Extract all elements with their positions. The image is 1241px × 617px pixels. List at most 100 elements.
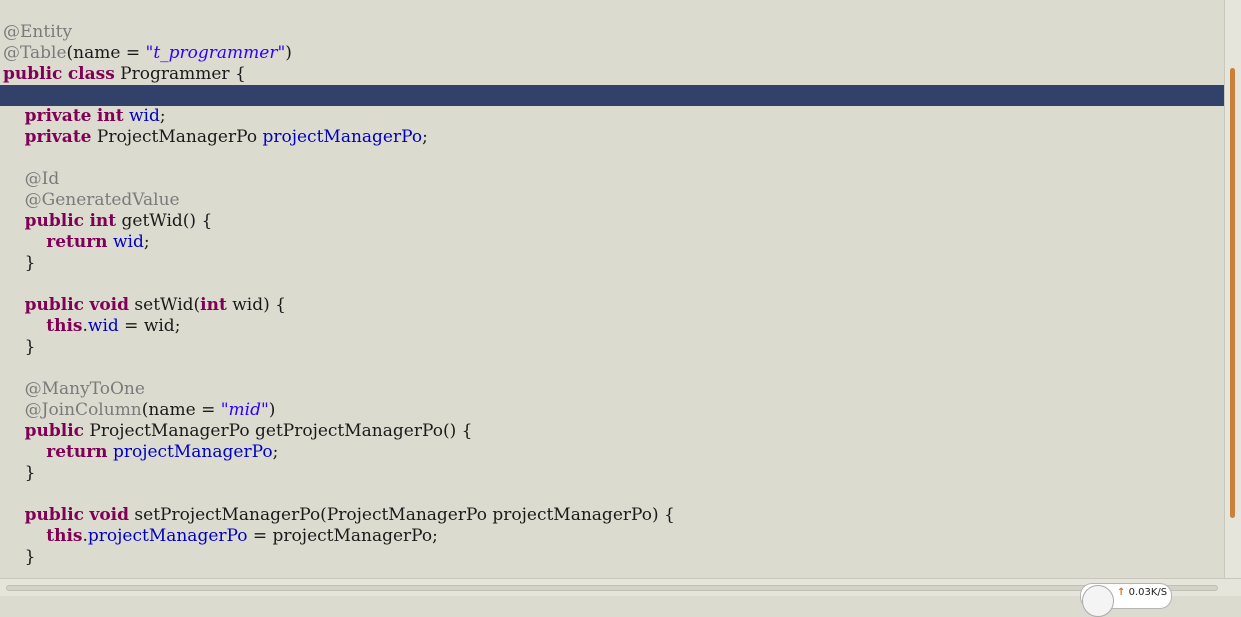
code-line[interactable]: public ProjectManagerPo getProjectManage… — [3, 421, 1224, 442]
code-token: ; — [159, 106, 166, 126]
code-token: @Table — [3, 43, 67, 63]
code-line[interactable]: this.wid = wid; — [3, 316, 1224, 337]
code-token: } — [3, 547, 36, 567]
code-token: @JoinColumn — [24, 400, 142, 420]
code-token: private — [24, 127, 92, 147]
code-line[interactable]: } — [3, 337, 1224, 358]
code-line[interactable]: } — [3, 253, 1224, 274]
code-token: class — [67, 64, 115, 84]
vertical-scrollbar[interactable] — [1224, 0, 1241, 578]
code-line[interactable]: @GeneratedValue — [3, 190, 1224, 211]
code-line[interactable]: } — [3, 547, 1224, 568]
current-line[interactable] — [0, 85, 1224, 106]
code-token: getWid() { — [116, 211, 213, 231]
code-token: @ManyToOne — [24, 379, 145, 399]
code-line[interactable]: private int wid; — [3, 106, 1224, 127]
code-token: return — [46, 232, 108, 252]
code-token: ) — [268, 400, 276, 420]
code-token: int — [96, 106, 124, 126]
code-line[interactable] — [3, 358, 1224, 379]
code-token: = projectManagerPo; — [247, 526, 438, 546]
code-token: public — [24, 505, 85, 525]
code-lines: @Entity @Table(name = "t_programmer") publ… — [0, 22, 1224, 568]
arrow-up-icon: ↑ — [1117, 587, 1126, 598]
code-line[interactable]: } — [3, 463, 1224, 484]
code-token: ProjectManagerPo — [91, 127, 263, 147]
code-token: wid — [112, 232, 144, 252]
code-line[interactable]: this.projectManagerPo = projectManagerPo… — [3, 526, 1224, 547]
code-token: int — [200, 295, 227, 315]
code-token: void — [89, 505, 129, 525]
code-token: projectManagerPo — [112, 442, 273, 462]
code-token: ; — [272, 442, 279, 462]
network-speed-dial-icon — [1082, 585, 1114, 617]
code-token: projectManagerPo — [262, 127, 423, 147]
code-token: this — [46, 316, 83, 336]
code-token: @Entity — [3, 22, 73, 42]
code-line[interactable]: public class Programmer { — [3, 64, 1224, 85]
code-token: ) — [285, 43, 292, 63]
network-speed-value: 0.03K/S — [1128, 587, 1168, 598]
code-line[interactable]: @JoinColumn(name = "mid") — [3, 400, 1224, 421]
code-token: ; — [143, 232, 150, 252]
code-token: "mid" — [220, 400, 269, 420]
code-line[interactable]: public void setWid(int wid) { — [3, 295, 1224, 316]
code-line[interactable]: @Table(name = "t_programmer") — [3, 43, 1224, 64]
code-editor[interactable]: @Entity @Table(name = "t_programmer") publ… — [0, 0, 1224, 578]
code-token: public — [24, 421, 85, 441]
code-token: = wid; — [118, 316, 181, 336]
code-line[interactable]: private ProjectManagerPo projectManagerP… — [3, 127, 1224, 148]
code-line[interactable]: public void setProjectManagerPo(ProjectM… — [3, 505, 1224, 526]
code-token: @GeneratedValue — [24, 190, 180, 210]
code-line[interactable] — [3, 274, 1224, 295]
code-line[interactable] — [3, 484, 1224, 505]
code-token: (name = — [66, 43, 146, 63]
network-speed-widget[interactable]: ↑ 0.03K/S — [1080, 583, 1172, 617]
code-token: wid — [87, 316, 119, 336]
code-token: ; — [422, 127, 428, 147]
code-line[interactable]: public int getWid() { — [3, 211, 1224, 232]
code-token: } — [3, 337, 36, 357]
code-token: setWid( — [129, 295, 201, 315]
code-token: private — [24, 106, 92, 126]
code-token: wid) { — [226, 295, 286, 315]
horizontal-scrollbar[interactable] — [0, 578, 1241, 596]
code-line[interactable]: return wid; — [3, 232, 1224, 253]
code-token: (name = — [141, 400, 221, 420]
code-token: public — [24, 211, 85, 231]
code-line[interactable]: @ManyToOne — [3, 379, 1224, 400]
code-token: "t_programmer" — [145, 43, 286, 63]
code-token: void — [89, 295, 129, 315]
code-token: Programmer { — [114, 64, 246, 84]
vertical-scrollbar-thumb[interactable] — [1230, 68, 1235, 518]
code-token: public — [3, 64, 63, 84]
network-speed-text: ↑ 0.03K/S — [1117, 587, 1167, 598]
code-line[interactable] — [3, 148, 1224, 169]
code-token: setProjectManagerPo(ProjectManagerPo pro… — [129, 505, 675, 525]
code-token: } — [3, 253, 36, 273]
code-token: wid — [128, 106, 160, 126]
code-token: } — [3, 463, 36, 483]
code-token: int — [89, 211, 117, 231]
code-token: return — [46, 442, 108, 462]
code-token: ProjectManagerPo getProjectManagerPo() { — [84, 421, 473, 441]
code-token: projectManagerPo — [87, 526, 248, 546]
code-token: @Id — [24, 169, 60, 189]
code-line[interactable]: @Id — [3, 169, 1224, 190]
horizontal-scrollbar-track[interactable] — [6, 585, 1218, 591]
code-line[interactable]: return projectManagerPo; — [3, 442, 1224, 463]
code-line[interactable]: @Entity — [3, 22, 1224, 43]
